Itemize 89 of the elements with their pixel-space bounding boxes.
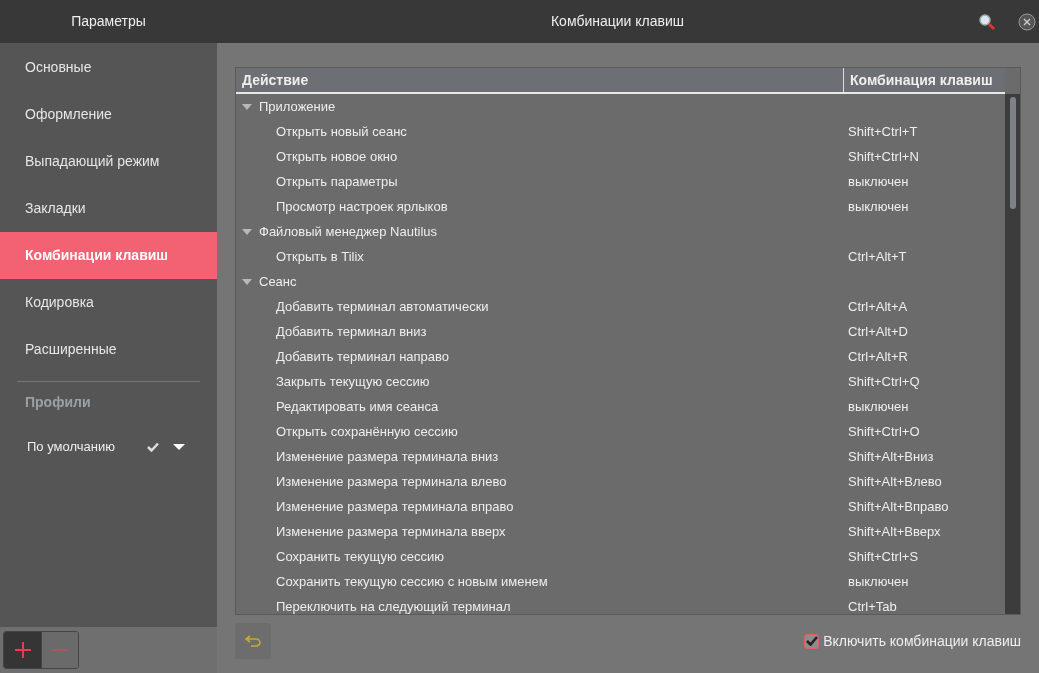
sidebar-item[interactable]: Основные bbox=[0, 44, 217, 91]
group-label: Сеанс bbox=[259, 272, 297, 291]
column-header[interactable]: Действие bbox=[236, 68, 844, 92]
shortcut-cell-text: Shift+Ctrl+T bbox=[847, 122, 919, 141]
shortcut-row[interactable]: Сохранить текущую сессию Shift+Ctrl+S bbox=[236, 544, 1005, 569]
shortcut-row[interactable]: Сохранить текущую сессию с новым именем выключен bbox=[236, 569, 1005, 594]
checkbox[interactable] bbox=[804, 633, 820, 649]
shortcut-cell-text: Ctrl+Alt+R bbox=[847, 347, 909, 366]
expander-icon[interactable] bbox=[242, 102, 252, 111]
sidebar-item[interactable]: Закладки bbox=[0, 185, 217, 232]
action-cell-text: Открыть параметры bbox=[275, 172, 399, 191]
expander-icon[interactable] bbox=[242, 227, 252, 236]
sidebar-title: Параметры bbox=[71, 12, 146, 31]
shortcut-row[interactable]: Открыть в Tilix Ctrl+Alt+T bbox=[236, 244, 1005, 269]
sidebar-item[interactable]: Выпадающий режим bbox=[0, 138, 217, 185]
action-cell-text: Добавить терминал вниз bbox=[275, 322, 428, 341]
profile-item[interactable]: По умолчанию bbox=[0, 432, 217, 462]
action-cell-text: Просмотр настроек ярлыков bbox=[275, 197, 449, 216]
scrollbar[interactable] bbox=[1005, 94, 1020, 614]
shortcut-cell-text: выключен bbox=[847, 572, 910, 591]
tree-group-row[interactable]: Приложение bbox=[236, 94, 1005, 119]
action-cell-text: Переключить на следующий терминал bbox=[275, 597, 512, 614]
reset-button[interactable] bbox=[235, 623, 271, 659]
action-cell-text: Закрыть текущую сессию bbox=[275, 372, 431, 391]
action-cell-text: Открыть новое окно bbox=[275, 147, 399, 166]
shortcut-row[interactable]: Изменение размера терминала вправо Shift+Alt+Вправо bbox=[236, 494, 1005, 519]
shortcut-cell-text: Shift+Ctrl+S bbox=[847, 547, 920, 566]
dropdown-icon[interactable] bbox=[173, 443, 185, 451]
shortcut-row[interactable]: Добавить терминал автоматически Ctrl+Alt+A bbox=[236, 294, 1005, 319]
shortcut-cell-text: Shift+Alt+Вверх bbox=[847, 522, 942, 541]
shortcut-row[interactable]: Открыть сохранённую сессию Shift+Ctrl+O bbox=[236, 419, 1005, 444]
action-cell-text: Добавить терминал автоматически bbox=[275, 297, 490, 316]
minus-icon bbox=[51, 648, 69, 652]
shortcut-cell-text: Ctrl+Alt+D bbox=[847, 322, 909, 341]
add-button[interactable] bbox=[4, 632, 41, 668]
shortcut-cell-text: Ctrl+Alt+T bbox=[847, 247, 908, 266]
sidebar-item[interactable]: Оформление bbox=[0, 91, 217, 138]
action-cell-text: Изменение размера терминала вниз bbox=[275, 447, 500, 466]
action-cell-text: Редактировать имя сеанса bbox=[275, 397, 440, 416]
shortcut-row[interactable]: Редактировать имя сеанса выключен bbox=[236, 394, 1005, 419]
shortcut-row[interactable]: Изменение размера терминала влево Shift+Alt+Влево bbox=[236, 469, 1005, 494]
group-label: Файловый менеджер Nautilus bbox=[259, 222, 438, 241]
action-cell-text: Сохранить текущую сессию bbox=[275, 547, 446, 566]
sidebar-item[interactable]: Расширенные bbox=[0, 326, 217, 373]
shortcut-row[interactable]: Закрыть текущую сессию Shift+Ctrl+Q bbox=[236, 369, 1005, 394]
tree-group-row[interactable]: Сеанс bbox=[236, 269, 1005, 294]
shortcut-cell-text: Shift+Ctrl+N bbox=[847, 147, 920, 166]
shortcut-row[interactable]: Переключить на следующий терминал Ctrl+Tab bbox=[236, 594, 1005, 614]
search-icon[interactable] bbox=[978, 12, 996, 31]
shortcut-cell-text: выключен bbox=[847, 197, 910, 216]
shortcut-row[interactable]: Добавить терминал вниз Ctrl+Alt+D bbox=[236, 319, 1005, 344]
shortcut-row[interactable]: Открыть новый сеанс Shift+Ctrl+T bbox=[236, 119, 1005, 144]
sidebar-item[interactable]: Комбинации клавиш bbox=[0, 232, 217, 279]
check-icon bbox=[805, 636, 818, 646]
undo-icon bbox=[245, 635, 261, 647]
shortcut-cell-text: выключен bbox=[847, 397, 910, 416]
shortcut-row[interactable]: Открыть параметры выключен bbox=[236, 169, 1005, 194]
shortcut-cell-text: выключен bbox=[847, 172, 910, 191]
action-cell-text: Открыть в Tilix bbox=[275, 247, 365, 266]
shortcut-row[interactable]: Открыть новое окно Shift+Ctrl+N bbox=[236, 144, 1005, 169]
shortcut-cell-text: Shift+Alt+Влево bbox=[847, 472, 943, 491]
action-cell-text: Сохранить текущую сессию с новым именем bbox=[275, 572, 549, 591]
shortcut-row[interactable]: Изменение размера терминала вверх Shift+Alt+Вверх bbox=[236, 519, 1005, 544]
expander-icon[interactable] bbox=[242, 277, 252, 286]
remove-button[interactable] bbox=[41, 632, 78, 668]
enable-shortcuts-checkbox[interactable]: Включить комбинации клавиш bbox=[804, 630, 1021, 652]
sidebar-item[interactable]: Кодировка bbox=[0, 279, 217, 326]
shortcut-row[interactable]: Изменение размера терминала вниз Shift+Alt+Вниз bbox=[236, 444, 1005, 469]
shortcut-cell-text: Shift+Alt+Вниз bbox=[847, 447, 935, 466]
shortcut-row[interactable]: Просмотр настроек ярлыков выключен bbox=[236, 194, 1005, 219]
close-icon[interactable] bbox=[1018, 12, 1036, 31]
shortcut-row[interactable]: Добавить терминал направо Ctrl+Alt+R bbox=[236, 344, 1005, 369]
window-title: Комбинации клавиш bbox=[550, 12, 684, 31]
shortcut-cell-text: Ctrl+Tab bbox=[847, 597, 898, 614]
shortcut-cell-text: Ctrl+Alt+A bbox=[847, 297, 909, 316]
tree-group-row[interactable]: Файловый менеджер Nautilus bbox=[236, 219, 1005, 244]
action-cell-text: Изменение размера терминала вверх bbox=[275, 522, 507, 541]
action-cell-text: Изменение размера терминала влево bbox=[275, 472, 508, 491]
action-cell-text: Открыть новый сеанс bbox=[275, 122, 408, 141]
profiles-heading: Профили bbox=[25, 394, 91, 410]
group-label: Приложение bbox=[259, 97, 336, 116]
shortcut-cell-text: Shift+Ctrl+O bbox=[847, 422, 921, 441]
action-cell-text: Добавить терминал направо bbox=[275, 347, 451, 366]
shortcut-cell-text: Shift+Alt+Вправо bbox=[847, 497, 950, 516]
action-cell-text: Открыть сохранённую сессию bbox=[275, 422, 459, 441]
column-header[interactable]: Комбинация клавиш bbox=[844, 68, 1005, 92]
plus-icon bbox=[13, 641, 32, 659]
action-cell-text: Изменение размера терминала вправо bbox=[275, 497, 515, 516]
shortcut-cell-text: Shift+Ctrl+Q bbox=[847, 372, 921, 391]
